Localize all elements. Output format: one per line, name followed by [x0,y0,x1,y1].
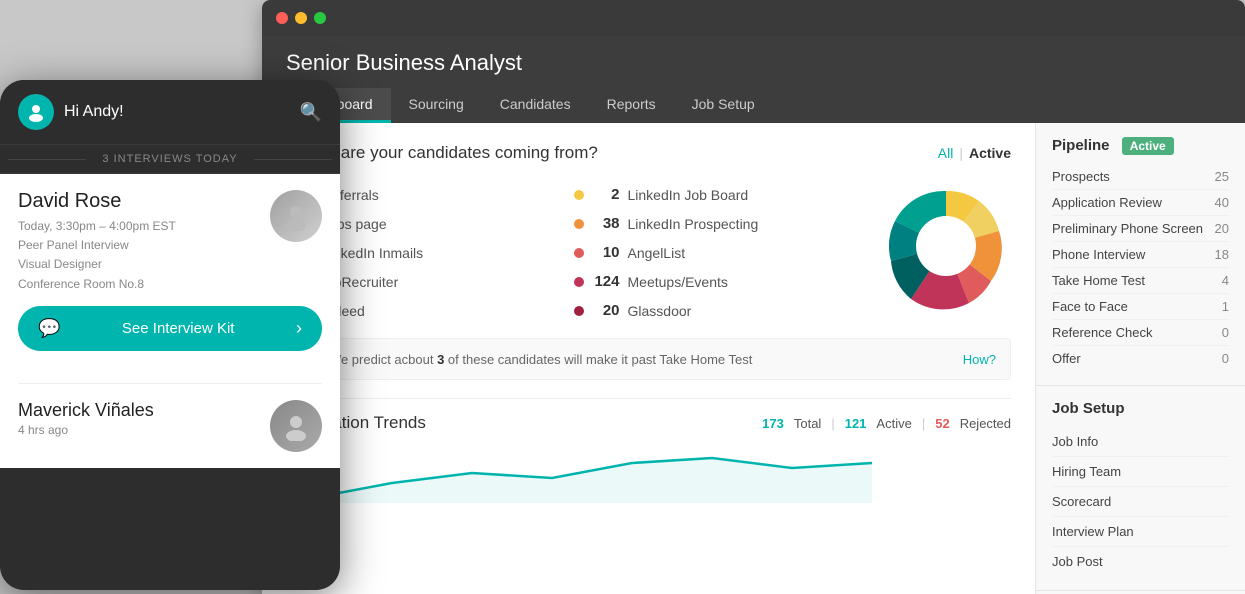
chat-icon: 💬 [38,318,60,339]
total-label: Total [794,416,821,431]
trends-header: Application Trends 173 Total | 121 Activ… [286,413,1011,433]
dot-glassdoor [574,306,584,316]
mobile-body: David Rose Today, 3:30pm – 4:00pm EST Pe… [0,174,340,468]
prediction-text: We predict acbout 3 of these candidates … [329,352,752,367]
tab-sourcing[interactable]: Sourcing [391,88,482,123]
job-setup-row-job-post[interactable]: Job Post [1052,547,1229,576]
interviews-today-label: 3 INTERVIEWS TODAY [0,144,340,174]
sources-col-right: 2 LinkedIn Job Board 38 LinkedIn Prospec… [574,181,862,324]
prediction-how-link[interactable]: How? [963,352,996,367]
list-item: 10 AngelList [574,239,862,266]
pipeline-row-offer[interactable]: Offer 0 [1052,346,1229,371]
traffic-light-red[interactable] [276,12,288,24]
traffic-light-green[interactable] [314,12,326,24]
candidate-details-1: Today, 3:30pm – 4:00pm EST Peer Panel In… [18,217,176,294]
btn-label: See Interview Kit [122,320,235,337]
avatar-person-icon [281,201,311,231]
dot-linkedin-job-board [574,190,584,200]
main-content: Where are your candidates coming from? A… [262,123,1245,594]
nav-tabs: Dashboard Sourcing Candidates Reports Jo… [286,88,1221,123]
job-setup-row-scorecard[interactable]: Scorecard [1052,487,1229,517]
active-badge: Active [1122,137,1174,155]
mobile-search-icon[interactable]: 🔍 [300,102,322,123]
tab-candidates[interactable]: Candidates [482,88,589,123]
tab-reports[interactable]: Reports [589,88,674,123]
job-setup-row-interview-plan[interactable]: Interview Plan [1052,517,1229,547]
see-interview-kit-button[interactable]: 💬 See Interview Kit › [18,306,322,351]
job-setup-row-info[interactable]: Job Info [1052,427,1229,457]
job-setup-section: Job Setup Job Info Hiring Team Scorecard… [1036,386,1245,591]
donut-svg [881,181,1011,311]
page-title: Senior Business Analyst [286,50,1221,76]
candidate-header-row: David Rose Today, 3:30pm – 4:00pm EST Pe… [18,190,322,294]
candidate-2-header: Maverick Viñales 4 hrs ago [18,400,322,452]
active-count: 121 [845,416,867,431]
pipeline-row-app-review[interactable]: Application Review 40 [1052,190,1229,216]
filter-links: All | Active [938,145,1011,161]
total-count: 173 [762,416,784,431]
pipeline-row-take-home[interactable]: Take Home Test 4 [1052,268,1229,294]
pipeline-title: Pipeline Active [1052,137,1229,154]
center-panel: Where are your candidates coming from? A… [262,123,1035,594]
user-icon [26,102,46,122]
tab-job-setup[interactable]: Job Setup [674,88,773,123]
trends-stats: 173 Total | 121 Active | 52 Rejected [762,416,1011,431]
mobile-avatar [18,94,54,130]
filter-active[interactable]: Active [969,145,1011,161]
candidate-card-2: Maverick Viñales 4 hrs ago [18,400,322,452]
pipeline-row-phone-interview[interactable]: Phone Interview 18 [1052,242,1229,268]
mobile-device: Hi Andy! 🔍 3 INTERVIEWS TODAY David Rose… [0,80,340,590]
sources-section-header: Where are your candidates coming from? A… [286,143,1011,163]
dot-meetups [574,277,584,287]
pipeline-row-reference[interactable]: Reference Check 0 [1052,320,1229,346]
app-header: Senior Business Analyst Dashboard Sourci… [262,36,1245,123]
dot-linkedin-prospecting [574,219,584,229]
mobile-user-area: Hi Andy! [18,94,124,130]
list-item: 38 LinkedIn Prospecting [574,210,862,237]
rejected-count: 52 [935,416,949,431]
candidate-divider [18,383,322,384]
mobile-greeting: Hi Andy! [64,103,124,121]
prediction-bar: ⚡ We predict acbout 3 of these candidate… [286,338,1011,380]
donut-chart [881,181,1011,311]
candidate-avatar-2 [270,400,322,452]
mobile-header: Hi Andy! 🔍 [0,80,340,144]
browser-titlebar [262,0,1245,36]
pipeline-row-face-to-face[interactable]: Face to Face 1 [1052,294,1229,320]
active-label: Active [876,416,911,431]
pipeline-row-prospects[interactable]: Prospects 25 [1052,164,1229,190]
candidate-2-info: Maverick Viñales 4 hrs ago [18,400,154,437]
filter-all[interactable]: All [938,145,954,161]
candidate-name-2: Maverick Viñales [18,400,154,421]
sources-area: 4 Referrals 38 Jobs page 10 LinkedIn Inm… [286,181,1011,324]
list-item: 2 LinkedIn Job Board [574,181,862,208]
dot-angellist [574,248,584,258]
candidate-info-block: David Rose Today, 3:30pm – 4:00pm EST Pe… [18,190,176,294]
trend-svg [312,443,1011,503]
pipeline-row-phone-screen[interactable]: Preliminary Phone Screen 20 [1052,216,1229,242]
trends-chart: 100 80 [286,443,1011,503]
sources-list: 4 Referrals 38 Jobs page 10 LinkedIn Inm… [286,181,861,324]
traffic-light-yellow[interactable] [295,12,307,24]
candidate-card-1: David Rose Today, 3:30pm – 4:00pm EST Pe… [18,190,322,367]
trends-section: Application Trends 173 Total | 121 Activ… [286,398,1011,503]
trend-line-area [312,443,1011,503]
list-item: 124 Meetups/Events [574,268,862,295]
right-sidebar: Pipeline Active Prospects 25 Application… [1035,123,1245,594]
candidate-name-1: David Rose [18,190,176,213]
job-setup-title: Job Setup [1052,400,1229,417]
pipeline-section: Pipeline Active Prospects 25 Application… [1036,123,1245,386]
list-item: 20 Glassdoor [574,297,862,324]
avatar-person-2-icon [281,411,311,441]
job-setup-row-team[interactable]: Hiring Team [1052,457,1229,487]
candidate-avatar-1 [270,190,322,242]
browser-window: Senior Business Analyst Dashboard Sourci… [262,0,1245,594]
candidate-time-2: 4 hrs ago [18,423,154,437]
rejected-label: Rejected [960,416,1011,431]
chevron-right-icon: › [296,318,302,339]
